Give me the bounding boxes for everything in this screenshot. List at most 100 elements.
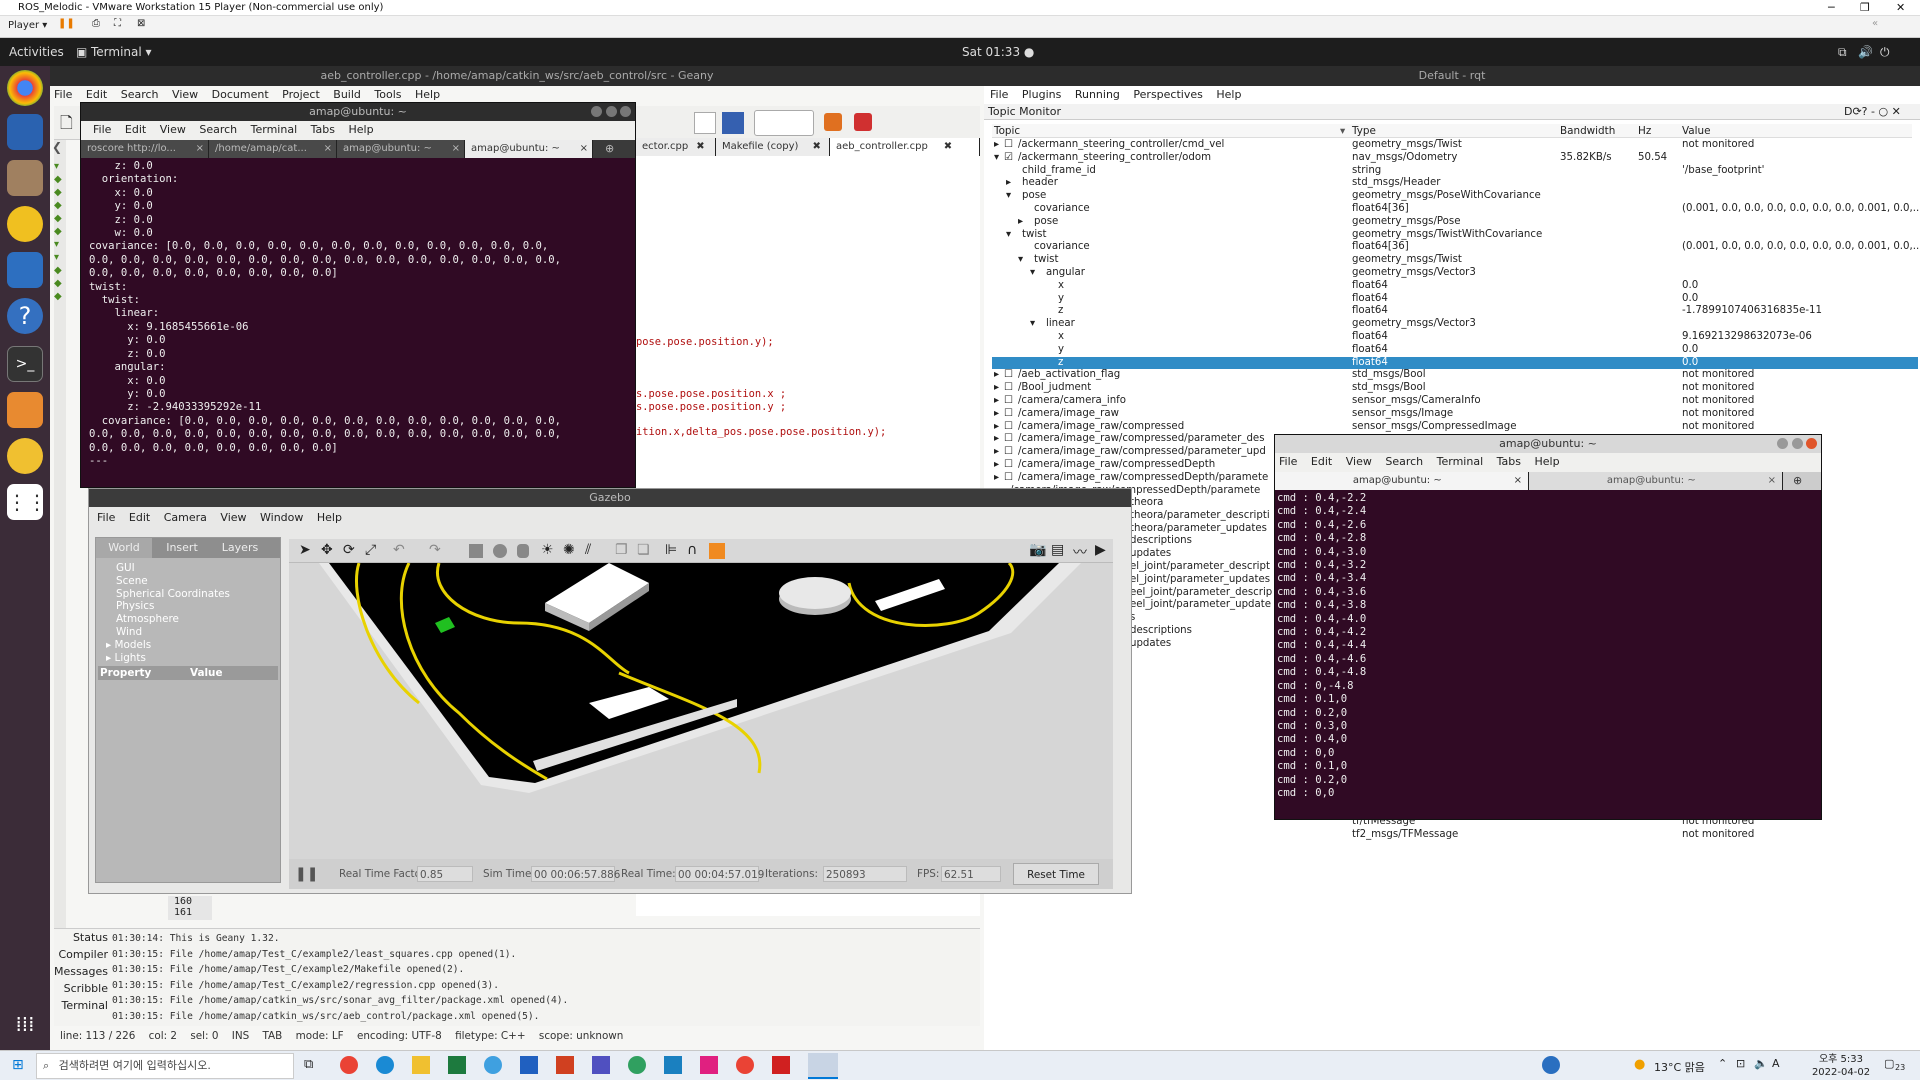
terminal-icon[interactable]: >_	[7, 346, 43, 382]
topic-row[interactable]: ▸ header std_msgs/Header	[992, 177, 1918, 190]
rqt-menu-plugins[interactable]: Plugins	[1022, 86, 1061, 104]
gz-world-item[interactable]: Wind	[116, 626, 230, 639]
minimize-icon[interactable]: ─	[1828, 0, 1835, 16]
new-tab-icon[interactable]: ⊕	[605, 142, 614, 155]
close-icon[interactable]: ×	[196, 140, 204, 158]
chrome-icon[interactable]	[7, 70, 43, 106]
col-hz[interactable]: Hz	[1638, 124, 1651, 138]
unity-icon[interactable]: ⊠	[137, 18, 145, 29]
terminal1-tab-active[interactable]: amap@ubuntu: ~ ×	[465, 140, 593, 158]
topic-row-partial[interactable]: descriptions	[1130, 535, 1280, 548]
topic-row[interactable]: y float64 0.0	[992, 344, 1918, 357]
gz-tab-world[interactable]: World	[96, 538, 152, 558]
snap-icon[interactable]: ∩	[687, 542, 697, 558]
pause-icon[interactable]: ❚❚	[295, 859, 318, 889]
terminal2-output[interactable]: cmd : 0.4,-2.2 cmd : 0.4,-2.4 cmd : 0.4,…	[1277, 492, 1817, 816]
vmware-taskbar-icon[interactable]	[808, 1053, 838, 1079]
topic-checkbox[interactable]: ☐	[1004, 139, 1013, 152]
msg-tab-terminal[interactable]: Terminal	[54, 997, 109, 1014]
topic-expand-icon[interactable]: ▸	[994, 408, 999, 421]
topic-checkbox[interactable]: ☐	[1004, 433, 1013, 446]
gz-menu-window[interactable]: Window	[260, 509, 303, 527]
topic-row-partial[interactable]: eel_joint/parameter_descrip	[1130, 587, 1280, 600]
notification-icon[interactable]: ▢	[1884, 1057, 1894, 1070]
gz-world-item[interactable]: Spherical Coordinates	[116, 588, 230, 601]
topic-expand-icon[interactable]: ▾	[1030, 267, 1035, 280]
task-view-icon[interactable]: ⧉	[304, 1057, 313, 1072]
topic-row-partial[interactable]: eel_joint/parameter_update	[1130, 599, 1280, 612]
geany-tab-active[interactable]: aeb_controller.cpp ✖	[830, 138, 980, 156]
topic-row[interactable]: ▸ ☐ /ackermann_steering_controller/cmd_vel…	[992, 139, 1918, 152]
sidebar-left-arrow-icon[interactable]: ❮	[52, 140, 62, 154]
topic-row[interactable]: ▸ ☐ /camera/camera_info sensor_msgs/CameraI…	[992, 395, 1918, 408]
ubuntu-icon[interactable]	[7, 438, 43, 474]
rotate-icon[interactable]: ⟳	[343, 542, 355, 558]
topic-row[interactable]: x float64 9.169213298632073e-06	[992, 331, 1918, 344]
topic-expand-icon[interactable]: ▾	[994, 152, 999, 165]
topic-checkbox[interactable]: ☐	[1004, 395, 1013, 408]
clear-icon[interactable]	[694, 112, 716, 134]
tray-chevron-icon[interactable]: ⌃	[1718, 1057, 1727, 1070]
gz-world-item[interactable]: ▸ Lights	[106, 652, 230, 665]
align-icon[interactable]: ⊫	[665, 542, 677, 558]
app-icon[interactable]	[520, 1056, 538, 1074]
chrome-taskbar-icon[interactable]	[340, 1056, 358, 1074]
app-icon[interactable]	[592, 1056, 610, 1074]
help-icon[interactable]: ?	[7, 298, 43, 334]
pause-icon[interactable]: ❚❚	[58, 18, 75, 29]
topic-checkbox[interactable]: ☐	[1004, 446, 1013, 459]
topic-row[interactable]: x float64 0.0	[992, 280, 1918, 293]
terminal1-tab[interactable]: roscore http://lo... ×	[81, 140, 209, 158]
topic-checkbox[interactable]: ☑	[1004, 152, 1013, 165]
network-icon[interactable]: ⧉	[1838, 45, 1847, 60]
show-apps-icon[interactable]: ⁞⁞⁞	[7, 1006, 43, 1042]
t1-menu-help[interactable]: Help	[349, 121, 374, 139]
close-icon[interactable]: ✖	[944, 141, 952, 152]
t1-menu-tabs[interactable]: Tabs	[311, 121, 335, 139]
rqt-menu-running[interactable]: Running	[1075, 86, 1120, 104]
search-field[interactable]	[754, 110, 814, 136]
restore-icon[interactable]: ❐	[1860, 0, 1870, 16]
geany-menu-file[interactable]: File	[54, 86, 72, 104]
plugin-controls-icon[interactable]: D⟳? - ○ ✕	[1844, 104, 1901, 120]
weather-icon[interactable]: ●	[1634, 1057, 1645, 1072]
topic-expand-icon[interactable]: ▾	[1018, 254, 1023, 267]
topic-expand-icon[interactable]: ▸	[994, 395, 999, 408]
weather-text[interactable]: 13°C 맑음	[1654, 1059, 1705, 1075]
terminal2-tab[interactable]: amap@ubuntu: ~ ×	[1529, 472, 1783, 490]
jump-icon[interactable]	[824, 113, 842, 131]
software-icon[interactable]	[7, 392, 43, 428]
volume-icon[interactable]: 🔊	[1858, 45, 1873, 59]
topic-row-partial[interactable]: theora/parameter_descripti	[1130, 510, 1280, 523]
minimize-icon[interactable]	[591, 106, 602, 117]
send-keys-icon[interactable]: ⎙	[92, 18, 100, 29]
thunderbird-icon[interactable]	[7, 114, 43, 150]
topic-row-partial[interactable]: descriptions	[1130, 625, 1280, 638]
system-clock[interactable]: 오후 5:33 2022-04-02	[1810, 1053, 1872, 1079]
msg-tab-status[interactable]: Status	[54, 929, 108, 946]
gz-world-item[interactable]: Scene	[116, 575, 230, 588]
box-icon[interactable]	[469, 544, 483, 558]
plot-icon[interactable]: 〰	[1073, 542, 1087, 562]
maximize-icon[interactable]	[1791, 438, 1803, 449]
select-icon[interactable]: ➤	[299, 542, 311, 558]
topic-row-partial[interactable]: s	[1130, 612, 1280, 625]
files-icon[interactable]	[7, 160, 43, 196]
directional-light-icon[interactable]: ⫽	[585, 542, 591, 558]
copy-icon[interactable]: ❐	[615, 542, 628, 558]
topic-expand-icon[interactable]: ▸	[994, 433, 999, 446]
app-icon[interactable]	[628, 1056, 646, 1074]
topic-expand-icon[interactable]: ▸	[994, 369, 999, 382]
t1-menu-view[interactable]: View	[160, 121, 186, 139]
topic-row-partial[interactable]: el_joint/parameter_updates	[1130, 574, 1280, 587]
terminal2-tab-active[interactable]: amap@ubuntu: ~ ×	[1275, 472, 1529, 490]
player-menu[interactable]: Player ▾	[8, 20, 47, 31]
activities-button[interactable]: Activities	[9, 45, 64, 59]
gz-menu-camera[interactable]: Camera	[164, 509, 207, 527]
col-type[interactable]: Type	[1352, 124, 1376, 138]
t1-menu-file[interactable]: File	[93, 121, 111, 139]
topic-checkbox[interactable]: ☐	[1004, 408, 1013, 421]
close-icon[interactable]: ✖	[812, 141, 820, 152]
topic-row[interactable]: z float64 -1.7899107406316835e-11	[992, 305, 1918, 318]
point-light-icon[interactable]: ☀	[541, 542, 554, 558]
